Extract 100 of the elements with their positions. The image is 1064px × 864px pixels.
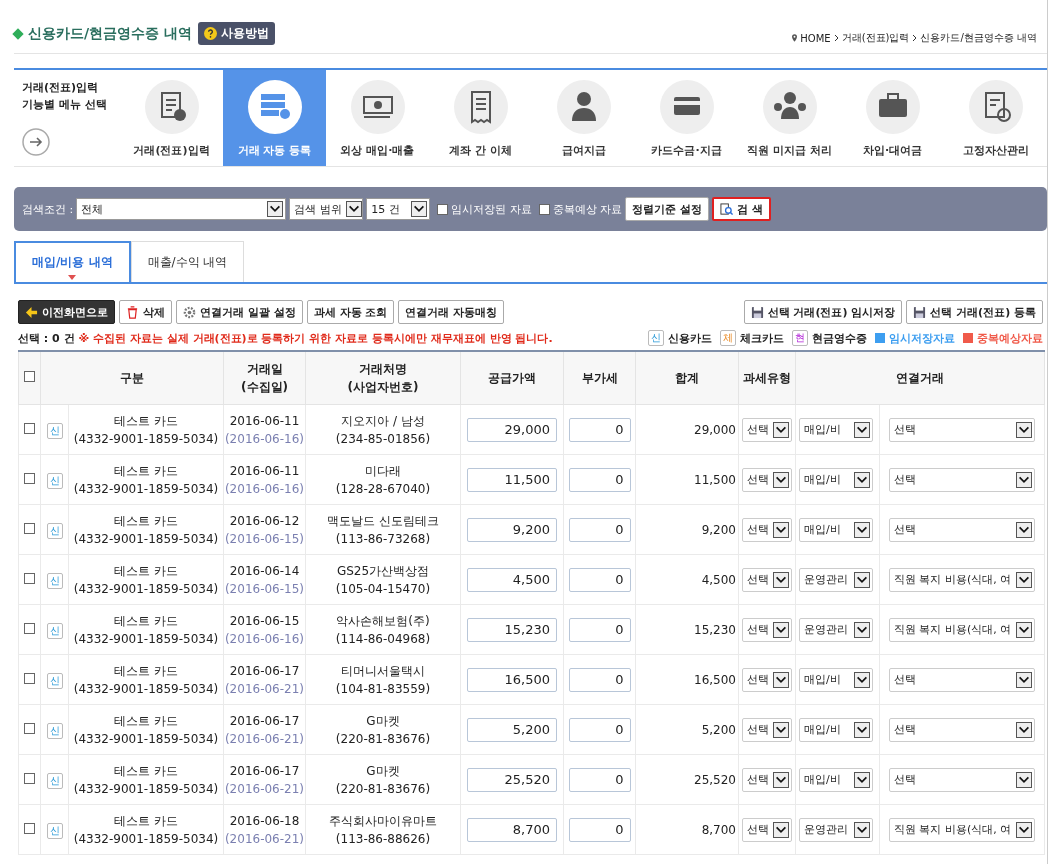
category-dropdown[interactable]: 운영관리: [799, 567, 873, 592]
category-dropdown[interactable]: 매입/비: [799, 717, 873, 742]
category-dropdown[interactable]: 매입/비: [799, 417, 873, 442]
toolbar-button[interactable]: 선택 거래(전표) 임시저장: [743, 300, 903, 324]
menu-item[interactable]: 차입·대여금: [841, 70, 944, 166]
help-button[interactable]: 사용방법: [198, 22, 275, 45]
breadcrumb-link[interactable]: HOME: [800, 32, 831, 44]
tax-type-dropdown[interactable]: 선택: [742, 567, 792, 592]
column-header: 공급가액: [487, 370, 537, 387]
card-number: (4332-9001-1859-5034): [72, 830, 220, 848]
tax-type-dropdown[interactable]: 선택: [742, 717, 792, 742]
card-type-badge: 신: [46, 772, 63, 789]
tax-type-dropdown[interactable]: 선택: [742, 767, 792, 792]
linked-transaction-dropdown[interactable]: 선택: [889, 667, 1035, 692]
linked-transaction-dropdown[interactable]: 선택: [889, 467, 1035, 492]
range-dropdown[interactable]: 검색 범위: [289, 198, 364, 220]
card-number: (4332-9001-1859-5034): [72, 630, 220, 648]
linked-transaction-dropdown[interactable]: 직원 복지 비용(식대, 여: [889, 817, 1035, 842]
tax-type-dropdown[interactable]: 선택: [742, 417, 792, 442]
row-checkbox[interactable]: [24, 722, 35, 734]
tax-type-dropdown[interactable]: 선택: [742, 617, 792, 642]
category-dropdown[interactable]: 매입/비: [799, 517, 873, 542]
vendor-name: 주식회사마이유마트: [328, 812, 438, 830]
credit-card-icon: [658, 79, 715, 135]
page-title: 신용카드/현금영수증 내역: [28, 24, 192, 43]
business-number: (128-28-67040): [334, 480, 432, 498]
linked-transaction-dropdown[interactable]: 선택: [889, 717, 1035, 742]
supply-amount-field[interactable]: 5,200: [467, 717, 557, 742]
search-button[interactable]: 검 색: [712, 197, 771, 221]
column-header: 거래처명: [358, 361, 408, 378]
sort-settings-button[interactable]: 정렬기준 설정: [625, 197, 710, 221]
vat-field[interactable]: 0: [568, 517, 631, 542]
vat-field[interactable]: 0: [568, 617, 631, 642]
select-all-checkbox[interactable]: [24, 371, 35, 382]
row-checkbox[interactable]: [24, 772, 35, 784]
toolbar-button[interactable]: 이전화면으로: [18, 300, 115, 324]
row-checkbox[interactable]: [24, 672, 35, 684]
menu-item[interactable]: 카드수금·지급: [635, 70, 738, 166]
condition-dropdown[interactable]: 전체: [76, 198, 287, 220]
row-checkbox[interactable]: [24, 622, 35, 634]
row-checkbox[interactable]: [24, 422, 35, 434]
tax-type-dropdown[interactable]: 선택: [742, 817, 792, 842]
card-type-badge: 신: [46, 822, 63, 839]
category-dropdown[interactable]: 운영관리: [799, 817, 873, 842]
toolbar-button[interactable]: 연결거래 일괄 설정: [176, 300, 303, 324]
menu-item[interactable]: 거래(전표)입력: [120, 70, 223, 166]
tax-type-dropdown[interactable]: 선택: [742, 467, 792, 492]
checkbox[interactable]: [437, 203, 449, 215]
toolbar-button[interactable]: 연결거래 자동매칭: [398, 300, 505, 324]
category-dropdown[interactable]: 매입/비: [799, 767, 873, 792]
vendor-name: G마켓: [365, 762, 401, 780]
count-dropdown[interactable]: 15 건: [366, 198, 431, 220]
collected-date: (2016-06-15): [224, 530, 305, 548]
category-dropdown[interactable]: 운영관리: [799, 617, 873, 642]
vendor-name: G마켓: [365, 712, 401, 730]
toolbar-button[interactable]: 과세 자동 조회: [306, 300, 395, 324]
vat-field[interactable]: 0: [568, 817, 631, 842]
supply-amount-field[interactable]: 4,500: [467, 567, 557, 592]
vendor-name: 악사손해보험(주): [335, 612, 431, 630]
tab[interactable]: 매출/수익 내역: [130, 241, 245, 282]
business-number: (114-86-04968): [334, 630, 432, 648]
menu-item[interactable]: 외상 매입·매출: [326, 70, 429, 166]
vat-field[interactable]: 0: [568, 567, 631, 592]
row-checkbox[interactable]: [24, 472, 35, 484]
category-dropdown[interactable]: 매입/비: [799, 467, 873, 492]
linked-transaction-dropdown[interactable]: 직원 복지 비용(식대, 여: [889, 617, 1035, 642]
transaction-date: 2016-06-11: [228, 412, 301, 430]
linked-transaction-dropdown[interactable]: 직원 복지 비용(식대, 여: [889, 567, 1035, 592]
supply-amount-field[interactable]: 8,700: [467, 817, 557, 842]
supply-amount-field[interactable]: 9,200: [467, 517, 557, 542]
category-dropdown[interactable]: 매입/비: [799, 667, 873, 692]
tab[interactable]: 매입/비용 내역: [14, 241, 131, 282]
vat-field[interactable]: 0: [568, 417, 631, 442]
checkbox[interactable]: [538, 203, 550, 215]
row-checkbox[interactable]: [24, 822, 35, 834]
linked-transaction-dropdown[interactable]: 선택: [889, 417, 1035, 442]
tax-type-dropdown[interactable]: 선택: [742, 517, 792, 542]
linked-transaction-dropdown[interactable]: 선택: [889, 767, 1035, 792]
menu-item[interactable]: 계좌 간 이체: [429, 70, 532, 166]
toolbar-button[interactable]: 삭제: [119, 300, 172, 324]
row-checkbox[interactable]: [24, 522, 35, 534]
vat-field[interactable]: 0: [568, 717, 631, 742]
menu-item[interactable]: 고정자산관리: [944, 70, 1047, 166]
supply-amount-field[interactable]: 11,500: [467, 467, 557, 492]
vat-field[interactable]: 0: [568, 667, 631, 692]
tax-type-dropdown[interactable]: 선택: [742, 667, 792, 692]
vat-field[interactable]: 0: [568, 767, 631, 792]
supply-amount-field[interactable]: 15,230: [467, 617, 557, 642]
menu-item[interactable]: 직원 미지급 처리: [738, 70, 841, 166]
row-checkbox[interactable]: [24, 572, 35, 584]
linked-transaction-dropdown[interactable]: 선택: [889, 517, 1035, 542]
collected-date: (2016-06-16): [224, 630, 305, 648]
breadcrumb-link[interactable]: 신용카드/현금영수증 내역: [920, 31, 1037, 45]
breadcrumb-link[interactable]: 거래(전표)입력: [841, 31, 910, 45]
supply-amount-field[interactable]: 29,000: [467, 417, 557, 442]
toolbar-button[interactable]: 선택 거래(전표) 등록: [906, 300, 1043, 324]
menu-item[interactable]: 급여지급: [532, 70, 635, 166]
supply-amount-field[interactable]: 16,500: [467, 667, 557, 692]
supply-amount-field[interactable]: 25,520: [467, 767, 557, 792]
vat-field[interactable]: 0: [568, 467, 631, 492]
